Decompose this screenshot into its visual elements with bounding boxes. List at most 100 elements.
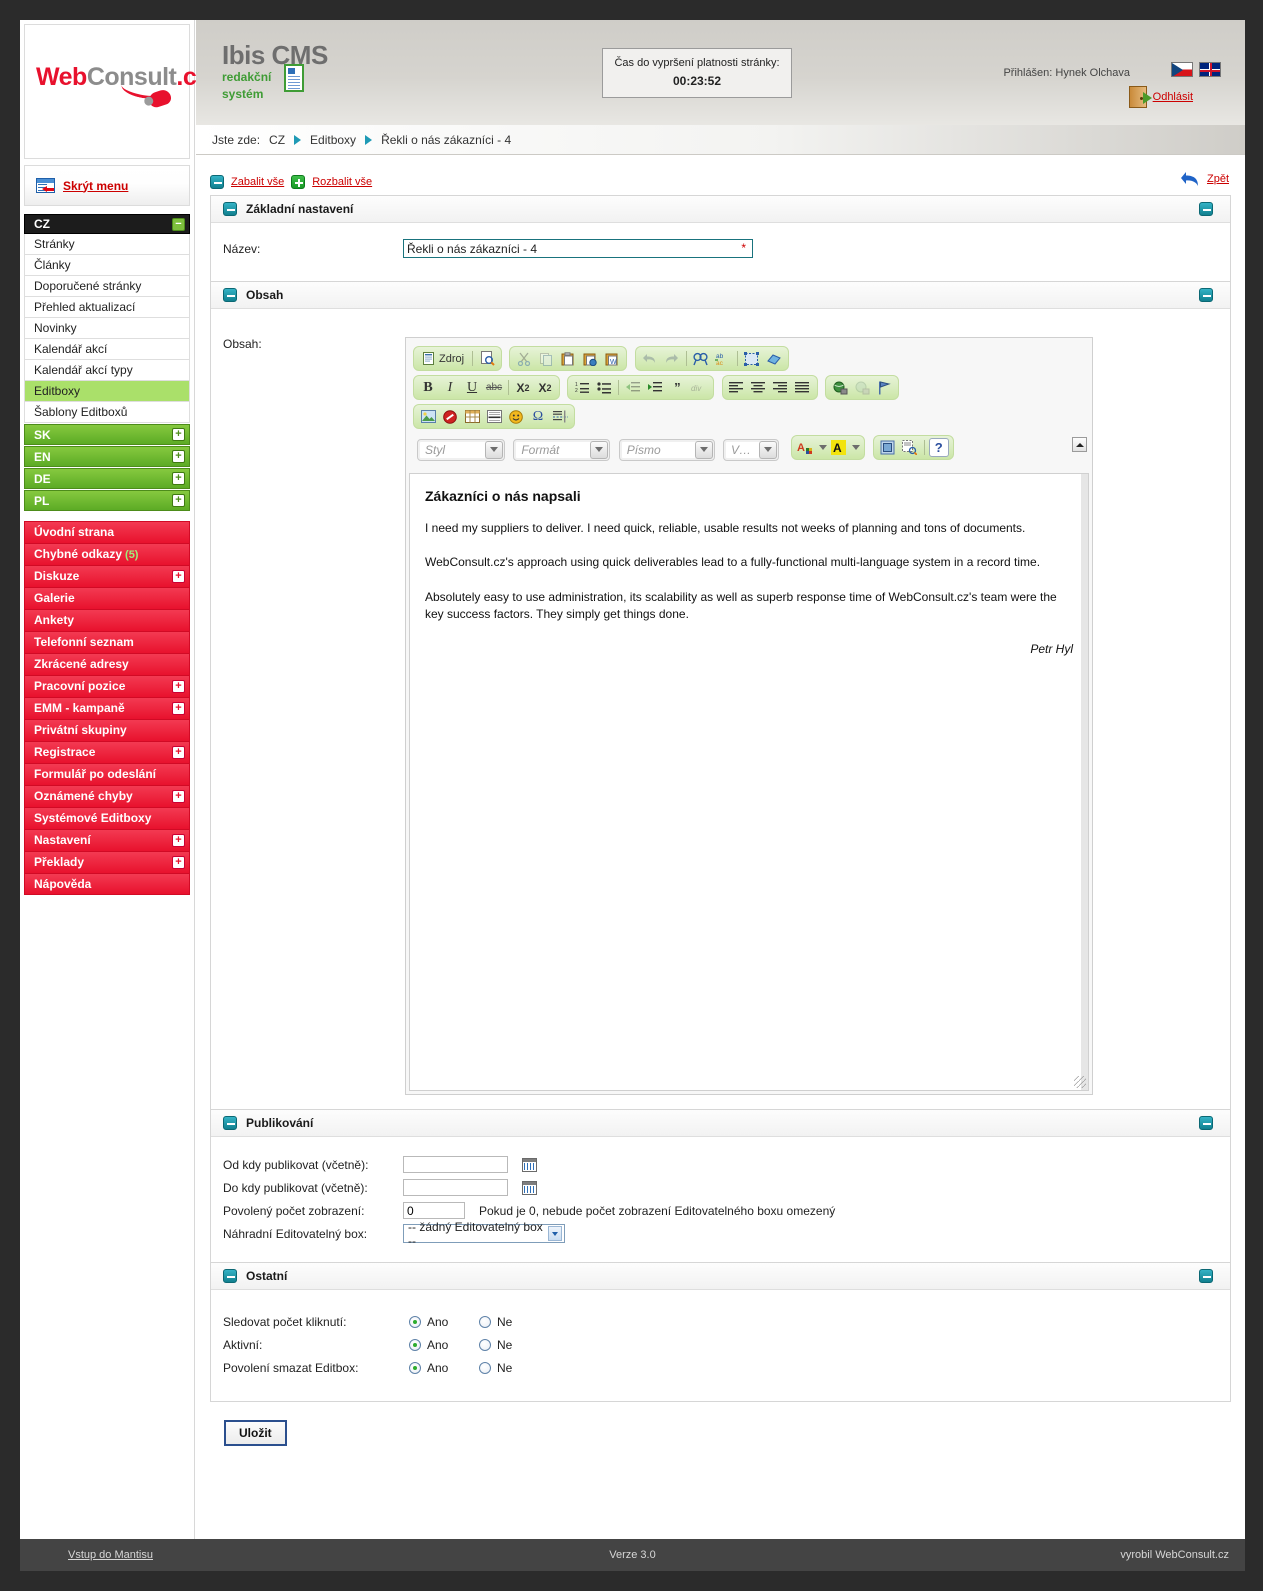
publish-to-input[interactable]	[403, 1179, 508, 1196]
plus-icon[interactable]: +	[172, 702, 185, 715]
size-select[interactable]: V…	[723, 438, 780, 461]
radio-option-yes[interactable]: Ano	[409, 1338, 479, 1352]
subscript-icon[interactable]: X2	[513, 378, 533, 397]
text-color-icon[interactable]: A	[796, 438, 816, 457]
replace-icon[interactable]: ab ac	[713, 349, 733, 368]
editor-scrollbar[interactable]	[1081, 474, 1088, 1090]
sidebar-item-7[interactable]: Editboxy	[24, 381, 190, 402]
remove-format-icon[interactable]	[764, 349, 784, 368]
copy-icon[interactable]	[536, 349, 556, 368]
collapse-all-link[interactable]: Zabalit vše	[231, 176, 284, 188]
expand-all-icon[interactable]	[291, 175, 306, 189]
calendar-icon[interactable]	[522, 1180, 537, 1195]
about-icon[interactable]: ?	[928, 438, 949, 457]
bold-icon[interactable]: B	[418, 378, 438, 397]
show-blocks-icon[interactable]	[900, 438, 920, 457]
toolbar-collapse-icon[interactable]	[1072, 437, 1087, 452]
paste-text-icon[interactable]	[580, 349, 600, 368]
plus-icon[interactable]: +	[172, 428, 185, 441]
table-icon[interactable]	[462, 407, 482, 426]
paste-word-icon[interactable]: W	[602, 349, 622, 368]
panel-header-other[interactable]: Ostatní	[211, 1263, 1230, 1290]
underline-icon[interactable]: U	[462, 378, 482, 397]
radio-button-no[interactable]	[479, 1338, 491, 1351]
strikethrough-icon[interactable]: abc	[484, 378, 504, 397]
sidebar-item-0[interactable]: Stránky	[24, 234, 190, 255]
special-char-icon[interactable]: Ω	[528, 407, 548, 426]
sidebar-module-item[interactable]: Ankety	[24, 609, 190, 631]
align-right-icon[interactable]	[771, 378, 791, 397]
link-icon[interactable]	[830, 378, 850, 397]
select-all-icon[interactable]	[742, 349, 762, 368]
save-button[interactable]: Uložit	[224, 1420, 287, 1446]
sidebar-item-8[interactable]: Šablony Editboxů	[24, 402, 190, 423]
name-input[interactable]	[403, 239, 753, 258]
sidebar-module-item[interactable]: Zkrácené adresy	[24, 653, 190, 675]
calendar-icon[interactable]	[522, 1157, 537, 1172]
sidebar-language-en[interactable]: EN +	[24, 446, 190, 467]
align-left-icon[interactable]	[727, 378, 747, 397]
plus-icon[interactable]: +	[172, 450, 185, 463]
redo-icon[interactable]	[662, 349, 682, 368]
bulleted-list-icon[interactable]	[594, 378, 614, 397]
collapse-icon-right[interactable]	[1199, 202, 1213, 216]
sidebar-item-1[interactable]: Články	[24, 255, 190, 276]
radio-option-no[interactable]: Ne	[479, 1338, 549, 1352]
sidebar-module-item[interactable]: Privátní skupiny	[24, 719, 190, 741]
radio-button-no[interactable]	[479, 1315, 491, 1328]
font-select[interactable]: Písmo	[618, 438, 715, 461]
radio-option-yes[interactable]: Ano	[409, 1361, 479, 1375]
sidebar-language-de[interactable]: DE +	[24, 468, 190, 489]
plus-icon[interactable]: +	[172, 834, 185, 847]
undo-icon[interactable]	[640, 349, 660, 368]
back-link[interactable]: Zpět	[1207, 173, 1229, 185]
bg-color-icon[interactable]: A	[829, 438, 849, 457]
sidebar-language-sk[interactable]: SK +	[24, 424, 190, 445]
panel-header-publishing[interactable]: Publikování	[211, 1110, 1230, 1137]
flag-cz-icon[interactable]	[1171, 62, 1193, 77]
editor-content-area[interactable]: Zákazníci o nás napsali I need my suppli…	[409, 473, 1089, 1091]
radio-option-no[interactable]: Ne	[479, 1315, 549, 1329]
publish-from-input[interactable]	[403, 1156, 508, 1173]
panel-header-basic[interactable]: Základní nastavení	[211, 196, 1230, 223]
collapse-icon[interactable]	[223, 288, 237, 302]
collapse-all-icon[interactable]	[210, 175, 224, 189]
plus-icon[interactable]: +	[172, 746, 185, 759]
align-center-icon[interactable]	[749, 378, 769, 397]
sidebar-item-6[interactable]: Kalendář akcí typy	[24, 360, 190, 381]
radio-button-yes[interactable]	[409, 1338, 421, 1351]
collapse-icon-right[interactable]	[1199, 1269, 1213, 1283]
radio-button-yes[interactable]	[409, 1361, 421, 1374]
sidebar-module-item[interactable]: Nastavení +	[24, 829, 190, 851]
radio-option-yes[interactable]: Ano	[409, 1315, 479, 1329]
cut-icon[interactable]	[514, 349, 534, 368]
horizontal-rule-icon[interactable]	[484, 407, 504, 426]
flash-icon[interactable]	[440, 407, 460, 426]
plus-icon[interactable]: +	[172, 570, 185, 583]
sidebar-language-pl[interactable]: PL +	[24, 490, 190, 511]
sidebar-module-item[interactable]: Galerie	[24, 587, 190, 609]
unlink-icon[interactable]	[852, 378, 872, 397]
logout-area[interactable]: Odhlásit	[1128, 86, 1193, 108]
chevron-down-icon[interactable]	[818, 438, 827, 457]
source-button[interactable]: Zdroj	[418, 349, 468, 368]
sidebar-module-item[interactable]: Oznámené chyby +	[24, 785, 190, 807]
radio-button-yes[interactable]	[409, 1315, 421, 1328]
chevron-down-icon[interactable]	[851, 438, 860, 457]
image-icon[interactable]	[418, 407, 438, 426]
sidebar-module-item[interactable]: Chybné odkazy (5)	[24, 543, 190, 565]
page-break-icon[interactable]	[550, 407, 570, 426]
collapse-icon[interactable]	[223, 202, 237, 216]
mantis-link[interactable]: Vstup do Mantisu	[68, 1549, 153, 1561]
breadcrumb-item-editboxy[interactable]: Editboxy	[310, 133, 356, 147]
collapse-icon[interactable]	[223, 1269, 237, 1283]
sidebar-module-item[interactable]: EMM - kampaně +	[24, 697, 190, 719]
collapse-icon-right[interactable]	[1199, 1116, 1213, 1130]
italic-icon[interactable]: I	[440, 378, 460, 397]
collapse-icon[interactable]	[223, 1116, 237, 1130]
blockquote-icon[interactable]: ”	[667, 378, 687, 397]
hide-menu-label[interactable]: Skrýt menu	[63, 179, 128, 193]
sidebar-module-item[interactable]: Telefonní seznam	[24, 631, 190, 653]
plus-icon[interactable]: +	[172, 680, 185, 693]
numbered-list-icon[interactable]: 12	[572, 378, 592, 397]
